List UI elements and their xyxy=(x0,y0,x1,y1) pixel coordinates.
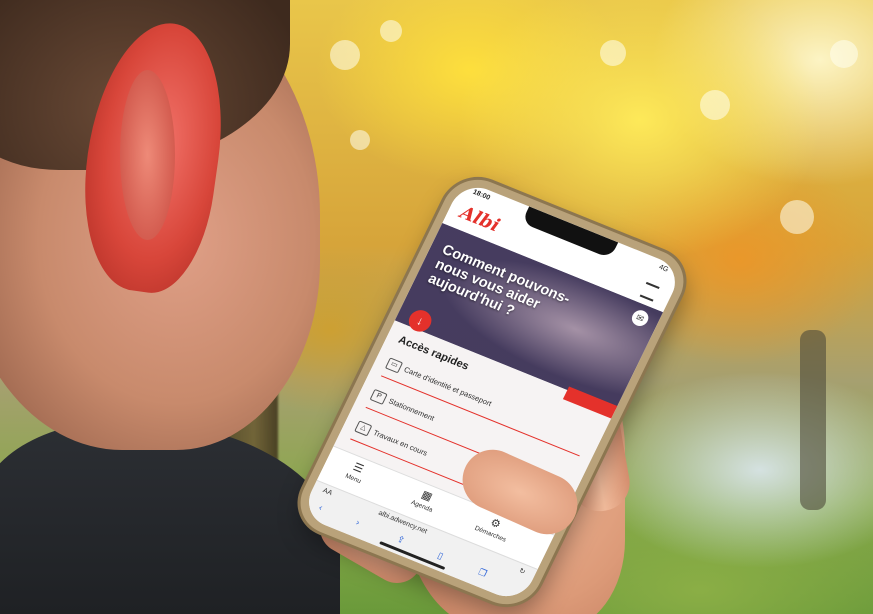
chat-icon[interactable]: ✉ xyxy=(629,307,652,329)
status-signal: 4G xyxy=(657,263,670,274)
quick-access-label: Travaux en cours xyxy=(371,428,430,458)
hamburger-icon[interactable] xyxy=(639,281,660,302)
status-time: 18:00 xyxy=(471,188,492,202)
bokeh-light xyxy=(330,40,360,70)
bokeh-light xyxy=(600,40,626,66)
id-card-icon: ▭ xyxy=(384,357,404,374)
share-icon[interactable]: ⇪ xyxy=(395,534,406,547)
bookmarks-icon[interactable]: ▯ xyxy=(436,550,445,562)
text-size-button[interactable]: AA xyxy=(322,487,334,497)
parking-icon: P xyxy=(369,388,388,405)
tabs-icon[interactable]: ❐ xyxy=(476,567,489,580)
reload-icon[interactable]: ↻ xyxy=(518,567,527,577)
back-icon[interactable]: ‹ xyxy=(317,502,324,512)
roadwork-icon: △ xyxy=(354,420,373,437)
bokeh-light xyxy=(830,40,858,68)
bokeh-light xyxy=(350,130,370,150)
forward-icon[interactable]: › xyxy=(354,517,361,527)
bokeh-light xyxy=(700,90,730,120)
quick-access-label: Stationnement xyxy=(387,396,436,423)
bokeh-light xyxy=(380,20,402,42)
tree-trunk xyxy=(800,330,826,510)
person-ear-inner xyxy=(120,70,175,240)
bokeh-light xyxy=(780,200,814,234)
